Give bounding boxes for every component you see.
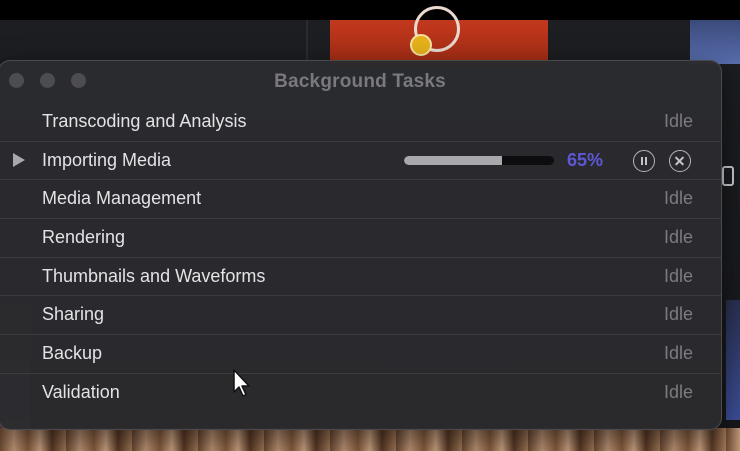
- task-status: Idle: [663, 304, 693, 325]
- task-name: Thumbnails and Waveforms: [42, 265, 266, 286]
- task-row-importing-media[interactable]: Importing Media 65%: [0, 142, 721, 181]
- task-name: Importing Media: [42, 149, 172, 170]
- task-name: Media Management: [42, 188, 202, 209]
- task-row-rendering[interactable]: Rendering Idle: [0, 219, 721, 258]
- task-row-backup[interactable]: Backup Idle: [0, 335, 721, 374]
- background-tasks-window: Background Tasks Transcoding and Analysi…: [0, 60, 722, 430]
- task-row-sharing[interactable]: Sharing Idle: [0, 296, 721, 336]
- pause-button[interactable]: [633, 149, 655, 172]
- task-status: Idle: [663, 227, 693, 248]
- import-progress-percent: 65%: [567, 149, 604, 170]
- task-status: Idle: [663, 265, 693, 286]
- background-trim-handle-icon: [722, 166, 734, 186]
- background-thumbnail-badge-icon: [410, 34, 432, 56]
- pause-icon-bar: [641, 156, 643, 165]
- window-title: Background Tasks: [274, 71, 446, 92]
- window-titlebar[interactable]: Background Tasks: [0, 61, 721, 101]
- task-row-thumbnails-waveforms[interactable]: Thumbnails and Waveforms Idle: [0, 258, 721, 297]
- task-status: Idle: [663, 111, 693, 131]
- background-clip-strip-lower: [726, 300, 740, 420]
- task-name: Backup: [42, 343, 103, 364]
- task-name: Validation: [42, 381, 120, 402]
- task-status: Idle: [663, 188, 693, 209]
- task-row-media-management[interactable]: Media Management Idle: [0, 180, 721, 220]
- task-row-validation[interactable]: Validation Idle: [0, 374, 721, 413]
- task-name: Rendering: [42, 227, 126, 248]
- mouse-pointer-icon: [233, 369, 250, 397]
- background-top-bar: [0, 0, 740, 20]
- pause-icon-bar: [645, 156, 647, 165]
- task-row-transcoding[interactable]: Transcoding and Analysis Idle: [0, 103, 721, 142]
- task-status: Idle: [663, 343, 693, 364]
- task-list: Transcoding and Analysis Idle Importing …: [0, 103, 721, 413]
- background-filmstrip: [0, 428, 740, 451]
- import-progress-bar: [404, 155, 554, 165]
- cancel-button[interactable]: [669, 149, 691, 172]
- background-clip-strip: [690, 20, 740, 64]
- task-name: Sharing: [42, 304, 105, 325]
- import-progress-fill: [404, 155, 502, 165]
- task-status: Idle: [663, 381, 693, 402]
- disclosure-triangle-icon[interactable]: [13, 152, 25, 167]
- task-name: Transcoding and Analysis: [42, 111, 247, 131]
